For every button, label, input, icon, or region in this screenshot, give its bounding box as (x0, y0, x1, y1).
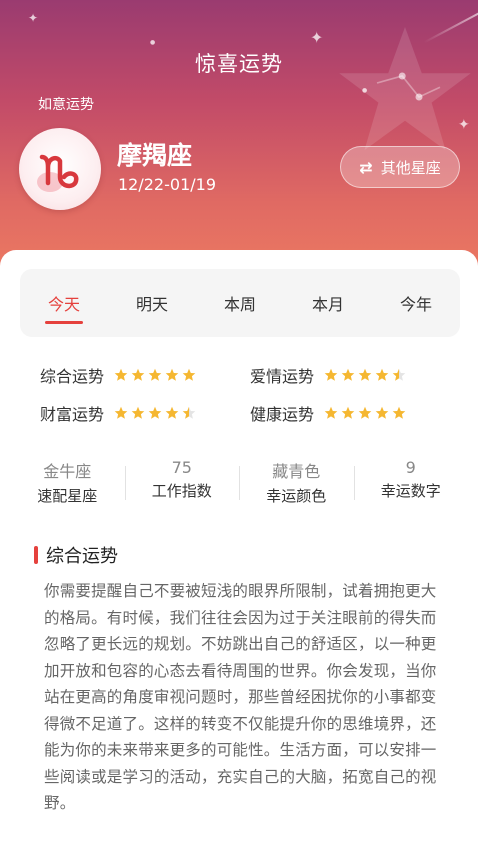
star-icon (131, 406, 145, 420)
star-icon (392, 368, 406, 382)
decorative-star-icon (339, 27, 471, 151)
twinkle-star-icon: ● (150, 39, 156, 46)
fortune-label: 综合运势 (40, 367, 105, 386)
stat-label: 幸运数字 (380, 482, 441, 500)
star-icon (131, 368, 145, 382)
star-icon (341, 406, 355, 420)
stat-label: 速配星座 (37, 487, 98, 505)
tab-this-week[interactable]: 本周 (196, 291, 284, 315)
stat-value: 75 (171, 458, 192, 477)
star-icon (375, 368, 389, 382)
page-title: 惊喜运势 (195, 52, 283, 76)
twinkle-star-icon: ● (362, 87, 368, 94)
star-icon (165, 368, 179, 382)
section-tag: 如意运势 (38, 97, 94, 113)
zodiac-avatar (19, 128, 101, 210)
stat-value: 9 (405, 458, 416, 477)
star-icon (324, 406, 338, 420)
fortune-label: 健康运势 (250, 405, 315, 424)
fortune-health: 健康运势 (250, 401, 406, 425)
stat-value: 藏青色 (272, 462, 321, 481)
accent-bar (34, 546, 38, 564)
stat-lucky-color: 藏青色 幸运颜色 (239, 458, 354, 508)
star-icon (114, 406, 128, 420)
twinkle-star-icon: ✦ (458, 117, 470, 133)
fortune-label: 爱情运势 (250, 367, 315, 386)
fortune-label: 财富运势 (40, 405, 105, 424)
fortune-sheet: 今天 明天 本周 本月 今年 综合运势 爱情运势 财富运势 健康运势 金牛座 速… (0, 250, 478, 850)
star-icon (148, 406, 162, 420)
star-icon (392, 406, 406, 420)
other-signs-label: 其他星座 (380, 158, 441, 177)
stat-label: 工作指数 (151, 482, 212, 500)
star-rating (114, 368, 196, 382)
fortune-wealth: 财富运势 (40, 401, 196, 425)
overall-description: 你需要提醒自己不要被短浅的眼界所限制，试着拥抱更大的格局。有时候，我们往往会因为… (44, 582, 437, 812)
star-rating (324, 368, 406, 382)
sign-date-range: 12/22-01/19 (118, 175, 216, 194)
tab-this-year[interactable]: 今年 (372, 291, 460, 315)
star-icon (324, 368, 338, 382)
fortune-love: 爱情运势 (250, 363, 406, 387)
stat-match-sign: 金牛座 速配星座 (10, 458, 125, 508)
star-icon (341, 368, 355, 382)
star-icon (165, 406, 179, 420)
star-icon (358, 368, 372, 382)
star-icon (182, 368, 196, 382)
tab-today[interactable]: 今天 (20, 291, 108, 324)
tab-tomorrow[interactable]: 明天 (108, 291, 196, 315)
star-icon (182, 406, 196, 420)
star-icon (114, 368, 128, 382)
star-icon (358, 406, 372, 420)
fortune-overall: 综合运势 (40, 363, 196, 387)
period-tabs: 今天 明天 本周 本月 今年 (20, 269, 460, 337)
star-rating (324, 406, 406, 420)
star-rating (114, 406, 196, 420)
capricorn-icon (39, 154, 79, 189)
other-signs-button[interactable]: ⇄ 其他星座 (340, 146, 460, 188)
tab-this-month[interactable]: 本月 (284, 291, 372, 315)
stats-row: 金牛座 速配星座 75 工作指数 藏青色 幸运颜色 9 幸运数字 (10, 458, 468, 508)
sign-name: 摩羯座 (117, 141, 193, 170)
star-icon (148, 368, 162, 382)
overall-section-title: 综合运势 (34, 542, 118, 568)
star-icon (375, 406, 389, 420)
stat-value: 金牛座 (43, 462, 92, 481)
stat-lucky-number: 9 幸运数字 (353, 458, 469, 508)
twinkle-star-icon: ✦ (28, 11, 39, 25)
stat-work-index: 75 工作指数 (124, 458, 240, 508)
stat-label: 幸运颜色 (266, 487, 327, 505)
swap-arrows-icon: ⇄ (359, 157, 373, 177)
section-heading: 综合运势 (46, 546, 118, 567)
twinkle-star-icon: ✦ (310, 28, 324, 47)
hero-header: ✦ ● ✦ ● ✦ ✦ 惊喜运势 如意运势 摩羯座 12/22-01/19 ⇄ … (0, 0, 478, 290)
